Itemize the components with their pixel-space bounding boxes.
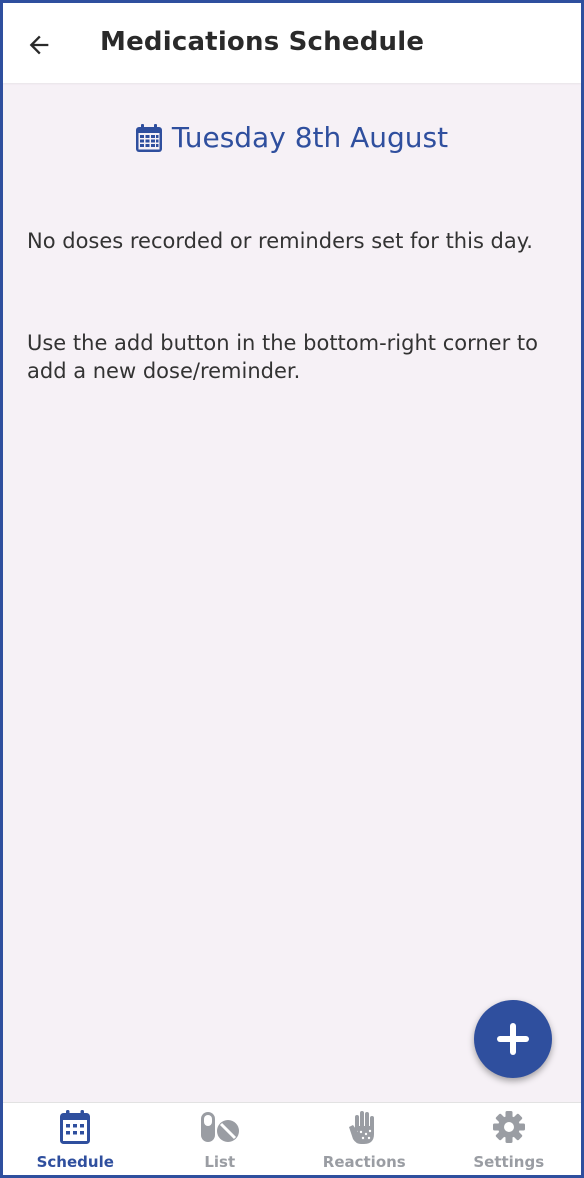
date-label: Tuesday 8th August (171, 121, 449, 154)
calendar-icon (60, 1110, 91, 1144)
nav-item-schedule[interactable]: Schedule (3, 1103, 148, 1175)
empty-hint: Use the add button in the bottom-right c… (27, 331, 538, 383)
nav-item-settings[interactable]: Settings (437, 1103, 582, 1175)
gear-icon (492, 1111, 525, 1143)
app-frame: Medications Schedule Tuesday 8th August … (0, 0, 584, 1178)
calendar-icon (135, 123, 162, 152)
bottom-nav: Schedule List Reactions Settings (3, 1102, 581, 1175)
date-selector[interactable]: Tuesday 8th August (3, 121, 581, 154)
nav-label-schedule: Schedule (36, 1153, 114, 1171)
app-bar: Medications Schedule (3, 3, 581, 83)
plus-icon (497, 1023, 529, 1055)
nav-label-reactions: Reactions (322, 1153, 406, 1171)
pills-icon (200, 1112, 239, 1142)
page-title: Medications Schedule (100, 27, 425, 57)
arrow-left-icon (29, 35, 49, 55)
nav-label-settings: Settings (473, 1153, 545, 1171)
nav-item-reactions[interactable]: Reactions (292, 1103, 437, 1175)
add-dose-button[interactable] (474, 1000, 552, 1078)
nav-item-list[interactable]: List (148, 1103, 293, 1175)
nav-label-list: List (204, 1153, 236, 1171)
empty-message: No doses recorded or reminders set for t… (27, 229, 533, 253)
back-button[interactable] (17, 23, 61, 67)
hand-icon (349, 1111, 375, 1144)
